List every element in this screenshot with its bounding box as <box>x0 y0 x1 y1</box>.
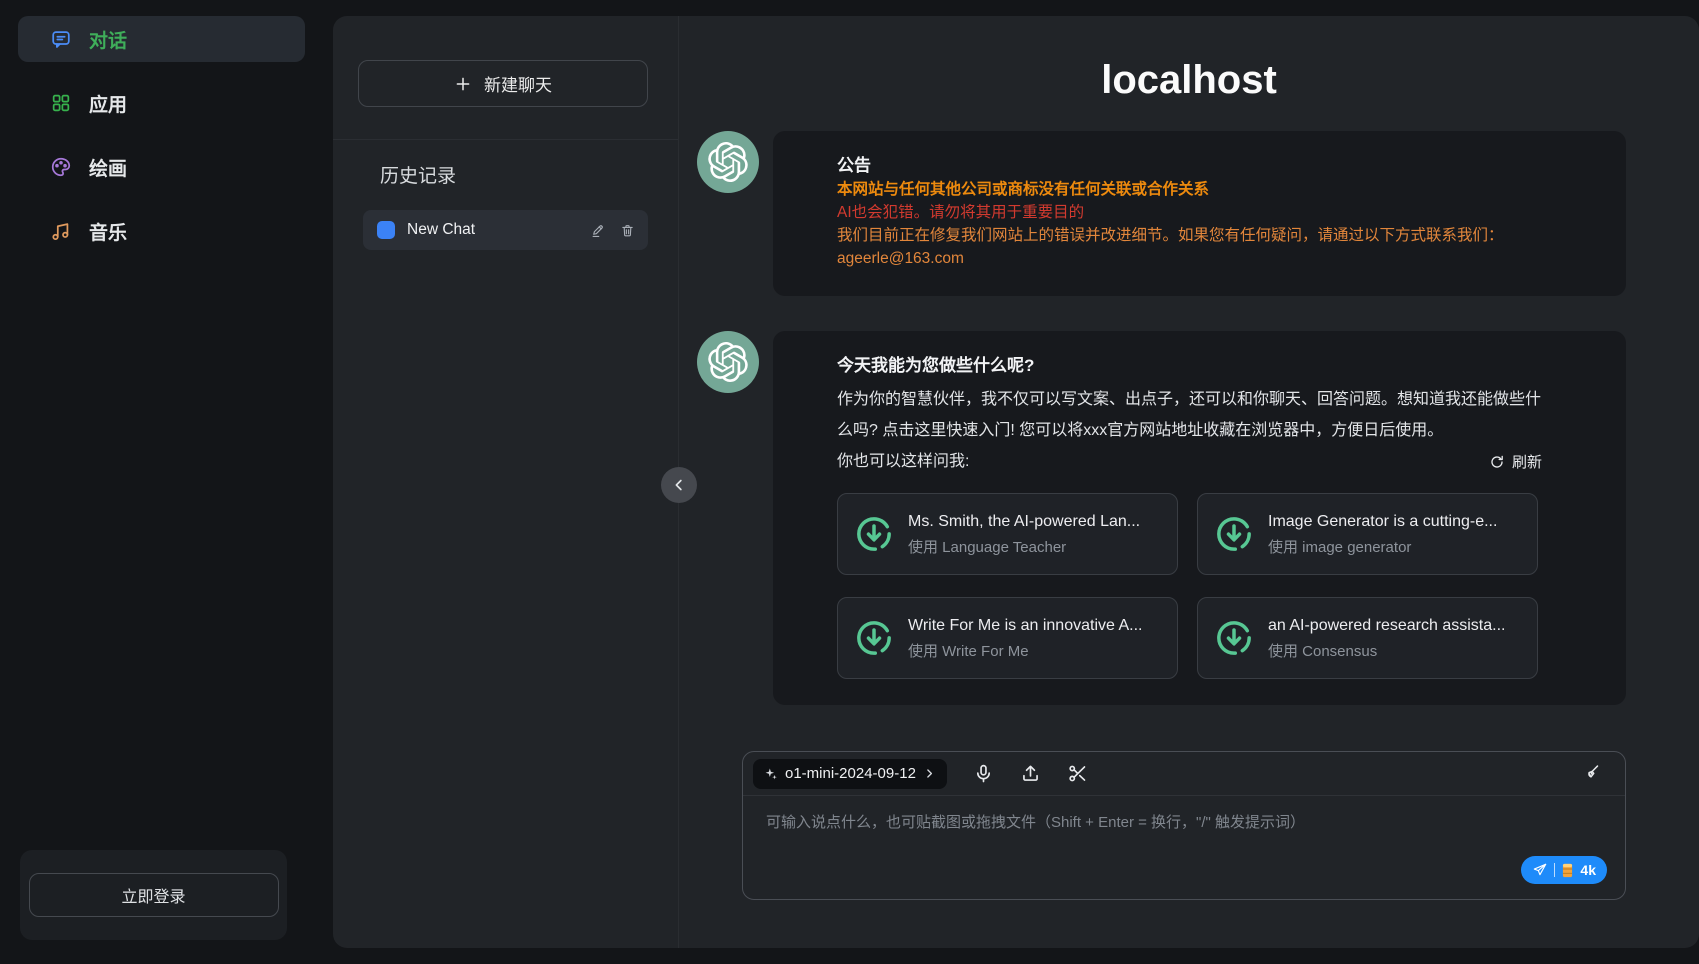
refresh-icon <box>1489 454 1505 470</box>
sidebar: 对话 应用 绘画 音乐 立即登录 <box>0 0 305 964</box>
assistant-avatar <box>697 131 759 193</box>
welcome-bubble: 今天我能为您做些什么呢? 作为你的智慧伙伴，我不仅可以写文案、出点子，还可以和你… <box>773 331 1626 705</box>
sidebar-item-label: 应用 <box>89 90 127 117</box>
history-item-actions <box>590 223 635 238</box>
openai-logo-icon <box>708 142 748 182</box>
sidebar-item-drawing[interactable]: 绘画 <box>18 144 305 190</box>
suggestion-card[interactable]: Image Generator is a cutting-e... 使用 ima… <box>1197 493 1538 575</box>
composer-input-area: 4k <box>743 796 1625 900</box>
download-circle-icon <box>854 618 894 658</box>
trash-icon[interactable] <box>620 223 635 238</box>
card-subtitle: 使用 Consensus <box>1268 642 1505 662</box>
upload-button[interactable] <box>1020 763 1041 784</box>
message-input[interactable] <box>743 796 1625 868</box>
download-circle-icon <box>1214 618 1254 658</box>
welcome-title: 今天我能为您做些什么呢? <box>837 353 1542 378</box>
welcome-body: 作为你的智慧伙伴，我不仅可以写文案、出点子，还可以和你聊天、回答问题。想知道我还… <box>837 384 1542 446</box>
palette-icon <box>50 156 72 178</box>
announcement-title: 公告 <box>837 153 1542 178</box>
app-grid-icon <box>50 92 72 114</box>
scissors-button[interactable] <box>1067 763 1088 784</box>
openai-logo-icon <box>708 342 748 382</box>
page-title: localhost <box>679 58 1699 103</box>
announcement-line: AI也会犯错。请勿将其用于重要目的 <box>837 201 1542 224</box>
suggestion-card[interactable]: an AI-powered research assista... 使用 Con… <box>1197 597 1538 679</box>
sidebar-item-music[interactable]: 音乐 <box>18 208 305 254</box>
suggestion-card[interactable]: Write For Me is an innovative A... 使用 Wr… <box>837 597 1178 679</box>
scissors-icon <box>1067 763 1088 784</box>
card-subtitle: 使用 image generator <box>1268 538 1497 558</box>
chat-content: localhost 公告 本网站与任何其他公司或商标没有任何关联或合作关系 AI… <box>679 16 1699 948</box>
history-item-new-chat[interactable]: New Chat <box>363 210 648 250</box>
plus-icon <box>454 75 472 93</box>
chevron-right-icon <box>923 767 936 780</box>
welcome-prompt-line: 你也可以这样问我: <box>837 446 969 477</box>
panel-divider <box>333 139 678 140</box>
download-circle-icon <box>1214 514 1254 554</box>
token-count-badge: 4k <box>1580 862 1596 878</box>
sidebar-item-chat[interactable]: 对话 <box>18 16 305 62</box>
login-card: 立即登录 <box>20 850 287 940</box>
announcement-email[interactable]: ageerle@163.com <box>837 247 1542 270</box>
collapse-panel-button[interactable] <box>661 467 697 503</box>
broom-icon <box>1580 763 1601 784</box>
edit-icon[interactable] <box>590 223 605 238</box>
card-title: Write For Me is an innovative A... <box>908 615 1142 637</box>
announcement-line: 本网站与任何其他公司或商标没有任何关联或合作关系 <box>837 178 1542 201</box>
microphone-icon <box>973 763 994 784</box>
sidebar-item-apps[interactable]: 应用 <box>18 80 305 126</box>
chevron-left-icon <box>670 476 688 494</box>
send-button[interactable]: 4k <box>1521 856 1607 884</box>
chat-color-swatch <box>377 221 395 239</box>
history-item-label: New Chat <box>407 221 475 239</box>
workspace: 新建聊天 历史记录 New Chat localhost <box>333 16 1699 948</box>
card-subtitle: 使用 Write For Me <box>908 642 1142 662</box>
suggestion-card-grid: Ms. Smith, the AI-powered Lan... 使用 Lang… <box>837 493 1542 679</box>
new-chat-label: 新建聊天 <box>484 71 552 96</box>
sidebar-item-label: 音乐 <box>89 218 127 245</box>
card-title: Image Generator is a cutting-e... <box>1268 511 1497 533</box>
history-title: 历史记录 <box>380 164 678 190</box>
model-label: o1-mini-2024-09-12 <box>785 765 916 782</box>
chat-bubble-icon <box>50 28 72 50</box>
paper-plane-icon <box>1532 862 1548 878</box>
login-button[interactable]: 立即登录 <box>29 873 279 917</box>
composer: o1-mini-2024-09-12 <box>742 751 1626 900</box>
upload-icon <box>1020 763 1041 784</box>
announcement-line: 我们目前正在修复我们网站上的错误并改进细节。如果您有任何疑问，请通过以下方式联系… <box>837 224 1542 247</box>
sparkle-icon <box>764 767 778 781</box>
composer-toolbar: o1-mini-2024-09-12 <box>743 752 1625 796</box>
model-selector[interactable]: o1-mini-2024-09-12 <box>753 759 947 789</box>
refresh-label: 刷新 <box>1512 451 1542 472</box>
card-title: Ms. Smith, the AI-powered Lan... <box>908 511 1140 533</box>
sidebar-item-label: 对话 <box>89 26 127 53</box>
card-subtitle: 使用 Language Teacher <box>908 538 1140 558</box>
new-chat-button[interactable]: 新建聊天 <box>358 60 648 107</box>
send-divider <box>1554 863 1555 877</box>
music-note-icon <box>50 220 72 242</box>
suggestion-card[interactable]: Ms. Smith, the AI-powered Lan... 使用 Lang… <box>837 493 1178 575</box>
sidebar-item-label: 绘画 <box>89 154 127 181</box>
message-announcement: 公告 本网站与任何其他公司或商标没有任何关联或合作关系 AI也会犯错。请勿将其用… <box>697 131 1626 296</box>
card-title: an AI-powered research assista... <box>1268 615 1505 637</box>
chat-list-panel: 新建聊天 历史记录 New Chat <box>333 16 679 948</box>
download-circle-icon <box>854 514 894 554</box>
refresh-button[interactable]: 刷新 <box>1489 451 1542 472</box>
assistant-avatar <box>697 331 759 393</box>
announcement-bubble: 公告 本网站与任何其他公司或商标没有任何关联或合作关系 AI也会犯错。请勿将其用… <box>773 131 1626 296</box>
clear-chat-button[interactable] <box>1580 763 1601 784</box>
message-welcome: 今天我能为您做些什么呢? 作为你的智慧伙伴，我不仅可以写文案、出点子，还可以和你… <box>697 331 1626 705</box>
coin-icon <box>1561 863 1574 878</box>
microphone-button[interactable] <box>973 763 994 784</box>
